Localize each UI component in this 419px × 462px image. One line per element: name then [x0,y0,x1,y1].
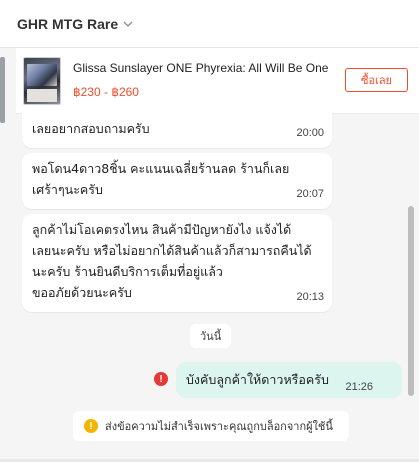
message-bubble: ลูกค้าไม่โอเคตรงไหน สินค้ามีปัญหายังไง แ… [22,214,332,312]
chevron-down-icon[interactable] [123,19,133,29]
chat-header: GHR MTG Rare [0,0,419,48]
message-text: ลูกค้าไม่โอเคตรงไหน สินค้ามีปัญหายังไง แ… [22,214,332,303]
product-price: ฿230 - ฿260 [73,85,139,99]
buy-now-button[interactable]: ซื้อเลย [345,68,408,92]
blocked-notice: ! ส่งข้อความไม่สำเร็จเพราะคุณถูกบล็อกจาก… [73,411,349,441]
message-text: เลยอยากสอบถามครับ [32,121,150,136]
warning-icon: ! [84,419,98,433]
message-time: 21:26 [345,381,373,393]
message-line: เศร้าๆนะครับ [32,182,103,197]
notice-text: ส่งข้อความไม่สำเร็จเพราะคุณถูกบล็อกจากผู… [105,420,333,433]
card-textbox [27,89,57,102]
day-separator: วันนี้ [190,324,232,348]
message-bubble: พอโดน4ดาว8ชิ้น คะแนนเฉลี่ยร้านลด ร้านก็เ… [22,153,332,209]
message-line: พอโดน4ดาว8ชิ้น คะแนนเฉลี่ยร้านลด ร้านก็เ… [32,161,290,176]
message-line: ลูกค้าไม่โอเคตรงไหน สินค้ามีปัญหายังไง แ… [32,222,292,237]
my-message-bubble: บังคับลูกค้าให้ดาวหรือครับ 21:26 [176,362,402,398]
left-edge-bar [0,57,5,123]
product-card[interactable]: Glissa Sunslayer ONE Phyrexia: All Will … [16,48,419,114]
product-thumbnail[interactable] [23,57,61,105]
message-line: เลยนะครับ หรือไม่อยากได้สินค้าแล้วก็สามา… [32,243,312,258]
message-time: 20:13 [296,291,324,303]
error-icon[interactable]: ! [154,372,168,386]
message-text: พอโดน4ดาว8ชิ้น คะแนนเฉลี่ยร้านลด ร้านก็เ… [22,153,332,200]
message-time: 20:07 [296,188,324,200]
scrollbar-thumb[interactable] [408,206,414,396]
shop-name[interactable]: GHR MTG Rare [17,16,118,32]
message-text: บังคับลูกค้าให้ดาวหรือครับ [186,372,329,387]
message-line: นะครับ ร้านยินดีบริการเต็มที่อยู่แล้ว [32,264,223,279]
product-name[interactable]: Glissa Sunslayer ONE Phyrexia: All Will … [73,61,329,75]
message-line: ขออภัยด้วยนะครับ [32,285,132,300]
message-time: 20:00 [296,127,324,139]
card-art [27,64,57,86]
message-bubble: เลยอยากสอบถามครับ 20:00 [22,110,332,148]
